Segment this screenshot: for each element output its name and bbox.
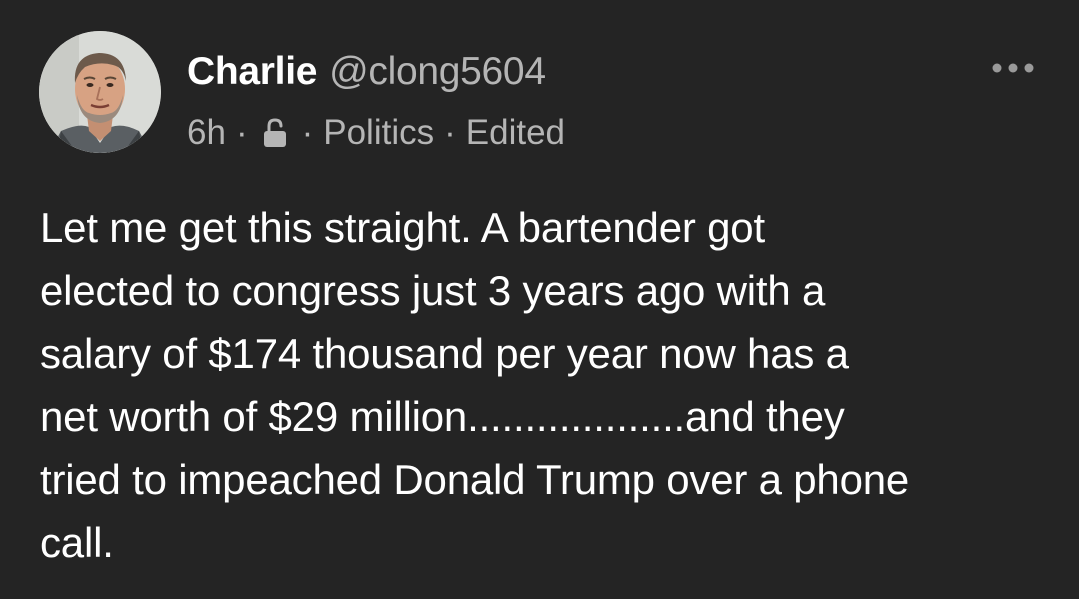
edited-label[interactable]: Edited	[466, 113, 565, 153]
post-body-line: net worth of $29 million................…	[40, 393, 845, 440]
post-time: 6h	[187, 113, 226, 152]
author-display-name[interactable]: Charlie	[187, 50, 317, 93]
post-body-line: tried to impeached Donald Trump over a p…	[40, 456, 910, 503]
meta-separator: ·	[235, 113, 248, 152]
meta-separator: ·	[444, 113, 456, 152]
post-body: Let me get this straight. A bartender go…	[40, 196, 1050, 574]
avatar[interactable]	[39, 31, 161, 153]
post-body-line: salary of $174 thousand per year now has…	[40, 330, 849, 377]
post-card: Charlie @clong5604 6h · · Politics · Edit…	[0, 0, 1079, 599]
author-line: Charlie @clong5604	[187, 49, 565, 95]
meta-separator: ·	[301, 113, 314, 152]
unlocked-padlock-icon	[260, 117, 290, 149]
post-meta: 6h · · Politics · Edited	[187, 113, 565, 153]
post-category[interactable]: Politics	[323, 113, 434, 153]
post-body-line: Let me get this straight. A bartender go…	[40, 204, 765, 251]
author-handle[interactable]: @clong5604	[329, 50, 546, 93]
more-horizontal-icon[interactable]	[988, 56, 1038, 80]
avatar-image	[39, 31, 161, 153]
post-body-line: call.	[40, 519, 114, 566]
post-body-line: elected to congress just 3 years ago wit…	[40, 267, 826, 314]
post-header: Charlie @clong5604 6h · · Politics · Edit…	[187, 49, 565, 153]
